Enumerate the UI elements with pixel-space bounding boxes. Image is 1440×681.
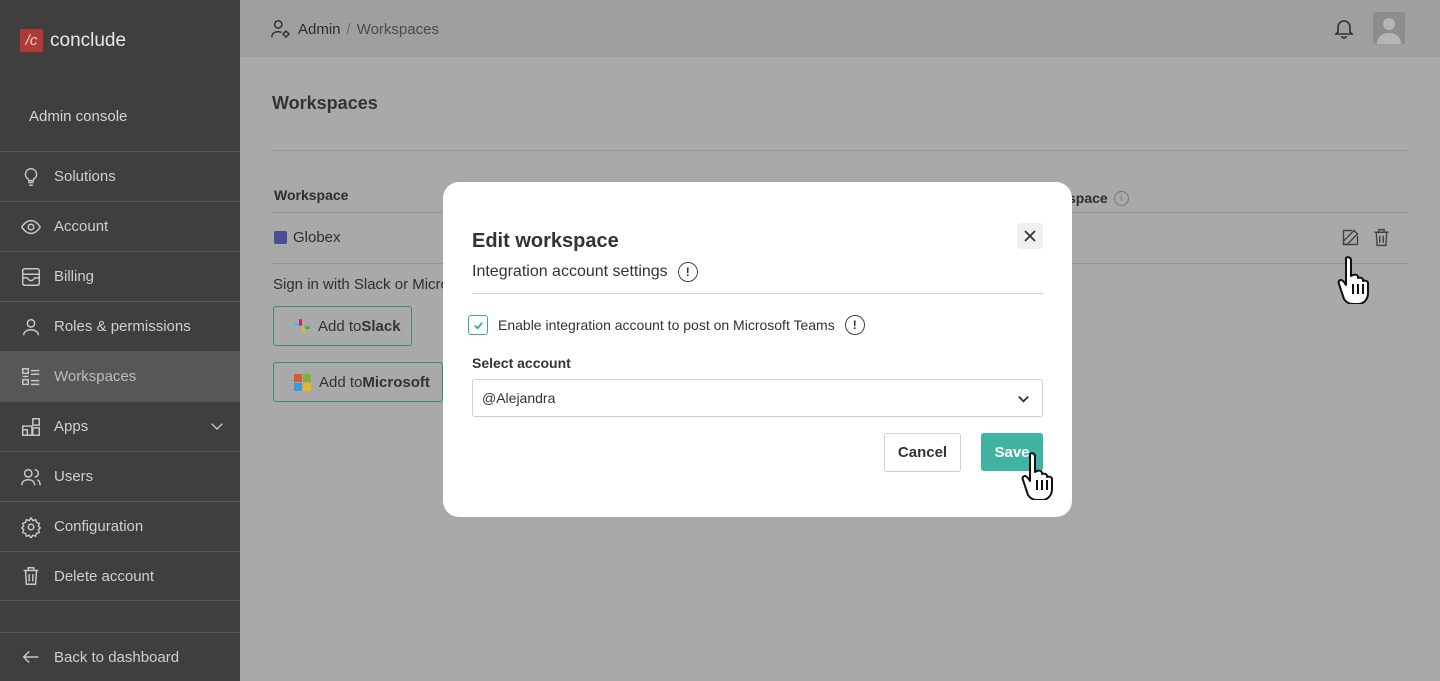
account-select[interactable]: @Alejandra	[472, 379, 1043, 417]
column-header-default-workspace: space i	[1068, 190, 1129, 206]
workspace-name: Globex	[293, 229, 341, 246]
integration-checkbox-row: Enable integration account to post on Mi…	[468, 315, 865, 335]
billing-icon	[20, 266, 42, 288]
microsoft-icon	[294, 373, 311, 391]
sidebar-item-solutions[interactable]: Solutions	[0, 151, 240, 201]
info-icon[interactable]: i	[1113, 190, 1129, 206]
back-to-dashboard-link[interactable]: Back to dashboard	[0, 632, 240, 681]
gear-icon	[20, 516, 42, 538]
add-to-microsoft-brand: Microsoft	[362, 373, 430, 391]
edit-workspace-modal: Edit workspace Integration account setti…	[443, 182, 1072, 517]
topbar: Admin / Workspaces	[240, 0, 1440, 57]
modal-subtitle-text: Integration account settings	[472, 263, 668, 280]
hand-cursor-icon	[1020, 450, 1066, 505]
sidebar-item-label: Configuration	[54, 518, 144, 535]
bell-icon[interactable]	[1332, 16, 1356, 45]
sidebar-item-users[interactable]: Users	[0, 451, 240, 501]
breadcrumb-current: Workspaces	[356, 20, 439, 38]
users-icon	[20, 466, 42, 488]
sidebar-item-billing[interactable]: Billing	[0, 251, 240, 301]
console-label: Admin console	[29, 108, 128, 125]
sidebar-item-label: Billing	[54, 268, 95, 285]
sidebar-item-roles[interactable]: Roles & permissions	[0, 301, 240, 351]
check-icon	[473, 321, 483, 330]
sidebar-item-label: Solutions	[54, 168, 116, 185]
add-to-microsoft-button[interactable]: Add to Microsoft	[273, 362, 443, 402]
table-row: Globex	[274, 229, 341, 246]
info-icon[interactable]: !	[677, 262, 698, 282]
divider	[472, 293, 1043, 294]
account-select-value: @Alejandra	[482, 390, 556, 406]
logo-mark: /c	[20, 29, 43, 52]
logo-text: conclude	[50, 29, 127, 51]
sidebar-nav: Solutions Account Billing Roles & permis…	[0, 151, 240, 601]
trash-icon[interactable]	[1371, 227, 1392, 248]
sidebar: /c conclude Admin console Solutions Acco…	[0, 0, 240, 681]
sidebar-item-configuration[interactable]: Configuration	[0, 501, 240, 551]
teams-icon	[274, 231, 287, 244]
sidebar-item-label: Users	[54, 468, 94, 485]
avatar[interactable]	[1373, 12, 1405, 44]
sidebar-item-label: Roles & permissions	[54, 318, 191, 335]
lightbulb-icon	[20, 166, 42, 188]
sidebar-item-label: Account	[54, 218, 109, 235]
add-to-slack-prefix: Add to	[318, 317, 362, 335]
close-icon	[1024, 230, 1036, 242]
modal-subtitle: Integration account settings !	[472, 262, 698, 282]
breadcrumb-root[interactable]: Admin	[298, 21, 341, 38]
sidebar-item-label: Apps	[54, 418, 89, 435]
info-icon[interactable]: !	[844, 315, 865, 335]
chevron-down-icon[interactable]	[208, 417, 226, 439]
breadcrumb: Admin / Workspaces	[270, 18, 439, 40]
sidebar-item-label: Workspaces	[54, 368, 137, 385]
slack-icon	[294, 318, 310, 334]
sidebar-item-apps[interactable]: Apps	[0, 401, 240, 451]
admin-user-gear-icon	[271, 20, 290, 38]
add-to-microsoft-prefix: Add to	[319, 373, 363, 391]
modal-title: Edit workspace	[472, 230, 619, 252]
sidebar-item-delete-account[interactable]: Delete account	[0, 551, 240, 601]
list-icon	[20, 366, 42, 388]
column-header-label: space	[1068, 190, 1108, 206]
add-to-slack-button[interactable]: Add to Slack	[273, 306, 412, 346]
back-label: Back to dashboard	[54, 648, 180, 666]
column-header-workspace: Workspace	[274, 187, 349, 203]
breadcrumb-separator: /	[346, 20, 351, 38]
divider	[272, 150, 1408, 151]
hand-cursor-icon	[1336, 254, 1382, 309]
add-to-slack-brand: Slack	[361, 317, 401, 335]
sign-in-text: Sign in with Slack or Microsoft	[273, 276, 445, 293]
page-title: Workspaces	[272, 93, 378, 113]
sidebar-item-account[interactable]: Account	[0, 201, 240, 251]
sidebar-item-label: Delete account	[54, 567, 155, 585]
row-actions	[1340, 227, 1392, 248]
sidebar-item-workspaces[interactable]: Workspaces	[0, 351, 240, 401]
select-account-label: Select account	[472, 355, 571, 371]
checkbox-label[interactable]: Enable integration account to post on Mi…	[498, 317, 835, 333]
trash-icon	[20, 565, 42, 587]
logo[interactable]: /c conclude	[20, 29, 126, 52]
chevron-down-icon	[1016, 391, 1031, 409]
eye-icon	[20, 216, 42, 238]
close-button[interactable]	[1017, 223, 1043, 249]
person-icon	[20, 316, 42, 338]
apps-icon	[20, 416, 42, 438]
integration-checkbox[interactable]	[468, 315, 488, 335]
arrow-left-icon	[22, 650, 39, 664]
cancel-button[interactable]: Cancel	[884, 433, 961, 472]
edit-icon[interactable]	[1340, 227, 1361, 248]
